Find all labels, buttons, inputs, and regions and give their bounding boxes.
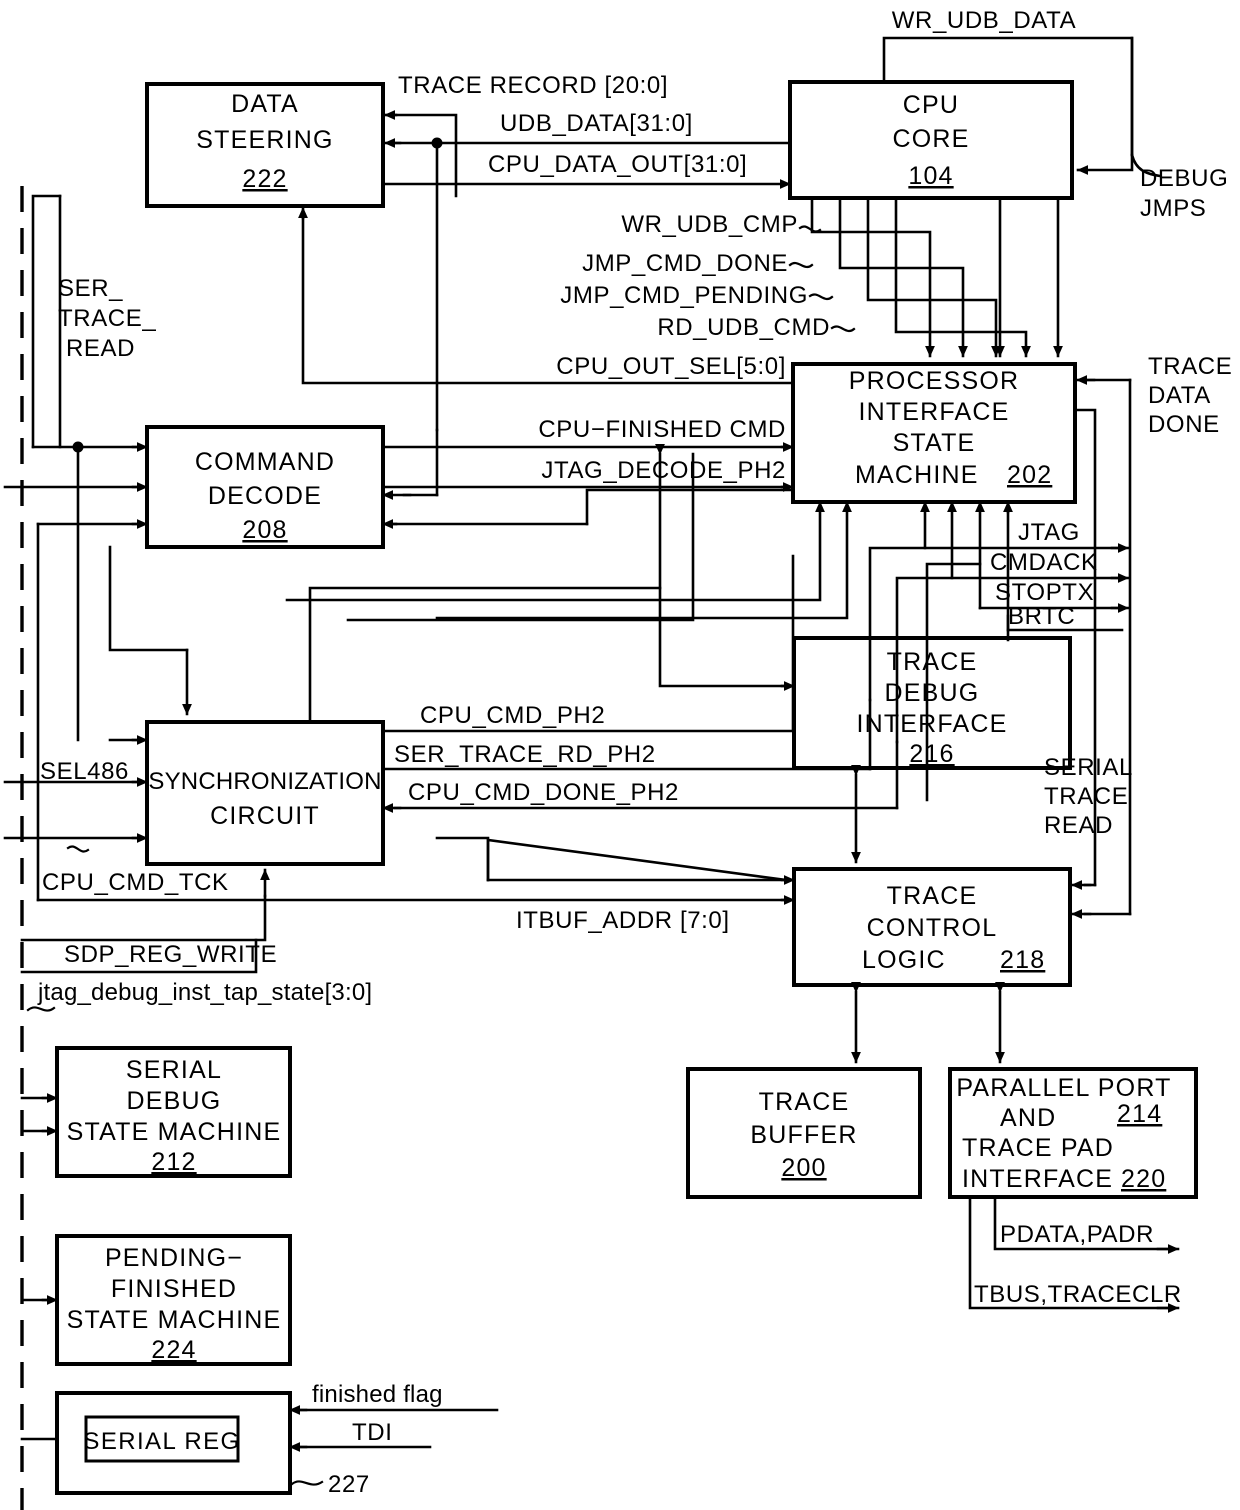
block-label-sync-l2: CIRCUIT bbox=[210, 802, 320, 830]
signal-stoptx: STOPTX bbox=[995, 579, 1094, 606]
block-number-222: 222 bbox=[242, 165, 287, 193]
block-label-sdsm-l3: STATE MACHINE bbox=[67, 1118, 282, 1146]
block-label-pism-l1: PROCESSOR bbox=[849, 367, 1020, 395]
block-label-cpu-core-l1: CPU bbox=[903, 91, 959, 119]
block-label-pp-l3: TRACE PAD bbox=[962, 1134, 1114, 1162]
signal-jmp-cmd-pending: JMP_CMD_PENDING bbox=[560, 282, 808, 309]
block-number-224: 224 bbox=[151, 1336, 196, 1364]
signal-debug-jmps-2: JMPS bbox=[1140, 195, 1206, 222]
block-label-serial-reg: SERIAL REG bbox=[83, 1428, 240, 1455]
block-label-tb-l1: TRACE bbox=[759, 1088, 850, 1116]
patent-figure-diagram: DATA STEERING 222 CPU CORE 104 COMMAND D… bbox=[0, 0, 1240, 1510]
signal-ser-trace-read-1: SER_ bbox=[58, 275, 123, 302]
block-number-104: 104 bbox=[908, 162, 953, 190]
signal-ser-trace-read-3: READ bbox=[66, 335, 135, 362]
signal-finished-flag: finished flag bbox=[312, 1381, 443, 1408]
signal-cpu-data-out: CPU_DATA_OUT[31:0] bbox=[488, 151, 747, 178]
block-label-pfsm-l1: PENDING− bbox=[105, 1244, 243, 1272]
block-label-tdi-l2: DEBUG bbox=[885, 679, 980, 707]
block-label-tcl-l3: LOGIC bbox=[862, 946, 946, 974]
label-cpu-core: CPU CORE 104 bbox=[892, 91, 969, 190]
signal-serial-trace-read-1: SERIAL bbox=[1044, 754, 1133, 781]
signal-sdp-reg-write: SDP_REG_WRITE bbox=[64, 941, 277, 968]
ref-number-227: 227 bbox=[328, 1471, 370, 1498]
block-label-pp-l4: INTERFACE bbox=[962, 1165, 1113, 1193]
block-label-command-decode-l1: COMMAND bbox=[195, 448, 335, 476]
block-label-sync-l1: SYNCHRONIZATION bbox=[148, 768, 381, 795]
signal-itbuf-addr: ITBUF_ADDR [7:0] bbox=[516, 907, 730, 934]
signal-pdata-padr: PDATA,PADR bbox=[1000, 1221, 1154, 1248]
label-trace-buffer: TRACE BUFFER 200 bbox=[750, 1088, 857, 1182]
block-number-220: 220 bbox=[1121, 1165, 1166, 1193]
signal-wr-udb-data: WR_UDB_DATA bbox=[892, 7, 1076, 34]
signal-trace-data-done-1: TRACE bbox=[1148, 353, 1232, 380]
label-serial-debug-sm: SERIAL DEBUG STATE MACHINE 212 bbox=[67, 1056, 282, 1176]
block-label-tcl-l2: CONTROL bbox=[867, 914, 998, 942]
signal-udb-data: UDB_DATA[31:0] bbox=[500, 110, 693, 137]
block-label-tb-l2: BUFFER bbox=[750, 1121, 857, 1149]
signal-serial-trace-read-3: READ bbox=[1044, 812, 1113, 839]
block-label-data-steering-l2: STEERING bbox=[196, 126, 333, 154]
signal-wr-udb-cmp: WR_UDB_CMP bbox=[621, 211, 798, 238]
signal-sel486: SEL486 bbox=[40, 758, 129, 785]
block-label-pism-l3: STATE bbox=[893, 429, 976, 457]
block-label-tcl-l1: TRACE bbox=[887, 882, 978, 910]
block-label-tdi-l3: INTERFACE bbox=[856, 710, 1007, 738]
signal-cmdack: CMDACK bbox=[990, 549, 1098, 576]
block-number-212: 212 bbox=[151, 1148, 196, 1176]
signal-serial-trace-read-2: TRACE bbox=[1044, 783, 1128, 810]
block-label-data-steering-l1: DATA bbox=[231, 90, 299, 118]
block-label-pfsm-l3: STATE MACHINE bbox=[67, 1306, 282, 1334]
signal-trace-data-done-3: DONE bbox=[1148, 411, 1220, 438]
block-label-sdsm-l2: DEBUG bbox=[127, 1087, 222, 1115]
label-command-decode: COMMAND DECODE 208 bbox=[195, 448, 335, 544]
label-trace-ctrl-logic: TRACE CONTROL LOGIC 218 bbox=[862, 882, 1045, 974]
block-label-pism-l4: MACHINE bbox=[855, 461, 979, 489]
block-label-pp-l2: AND bbox=[1000, 1104, 1056, 1132]
block-number-214: 214 bbox=[1117, 1100, 1162, 1128]
signal-jtag-tap-state: jtag_debug_inst_tap_state[3:0] bbox=[37, 979, 372, 1006]
signal-ser-trace-read-2: TRACE_ bbox=[58, 305, 156, 332]
signal-trace-record: TRACE RECORD [20:0] bbox=[398, 72, 668, 99]
signal-cpu-finished-cmd: CPU−FINISHED CMD bbox=[538, 416, 786, 443]
signal-tbus-traceclr: TBUS,TRACECLR bbox=[974, 1281, 1182, 1308]
block-label-command-decode-l2: DECODE bbox=[208, 482, 322, 510]
label-serial-reg: SERIAL REG 227 bbox=[83, 1428, 369, 1498]
signal-ser-trace-rd-ph2: SER_TRACE_RD_PH2 bbox=[394, 741, 656, 768]
signal-cpu-out-sel: CPU_OUT_SEL[5:0] bbox=[556, 353, 786, 380]
signal-jtag: JTAG bbox=[1018, 519, 1080, 546]
block-label-tdi-l1: TRACE bbox=[887, 648, 978, 676]
signal-cpu-cmd-ph2: CPU_CMD_PH2 bbox=[420, 702, 605, 729]
block-number-208: 208 bbox=[242, 516, 287, 544]
label-pending-sm: PENDING− FINISHED STATE MACHINE 224 bbox=[67, 1244, 282, 1364]
block-number-218: 218 bbox=[1000, 946, 1045, 974]
block-number-216: 216 bbox=[909, 740, 954, 768]
signal-tdi: TDI bbox=[352, 1419, 392, 1446]
signal-trace-data-done-2: DATA bbox=[1148, 382, 1211, 409]
block-label-pfsm-l2: FINISHED bbox=[111, 1275, 237, 1303]
block-label-pism-l2: INTERFACE bbox=[858, 398, 1009, 426]
label-parallel-port: PARALLEL PORT AND 214 TRACE PAD INTERFAC… bbox=[956, 1074, 1171, 1193]
block-number-200: 200 bbox=[781, 1154, 826, 1182]
signal-jtag-decode-ph2: JTAG_DECODE_PH2 bbox=[541, 457, 786, 484]
signal-brtc: BRTC bbox=[1008, 603, 1075, 630]
signal-rd-udb-cmd: RD_UDB_CMD bbox=[657, 314, 830, 341]
block-label-pp-l1: PARALLEL PORT bbox=[956, 1074, 1171, 1102]
label-trace-debug-if: TRACE DEBUG INTERFACE 216 bbox=[856, 648, 1007, 768]
block-label-sdsm-l1: SERIAL bbox=[126, 1056, 222, 1084]
label-pism: PROCESSOR INTERFACE STATE MACHINE 202 bbox=[849, 367, 1052, 489]
block-number-202: 202 bbox=[1007, 461, 1052, 489]
signal-debug-jmps-1: DEBUG bbox=[1140, 165, 1228, 192]
label-data-steering: DATA STEERING 222 bbox=[196, 90, 333, 193]
signal-cpu-cmd-done-ph2: CPU_CMD_DONE_PH2 bbox=[408, 779, 679, 806]
label-sync-circuit: SYNCHRONIZATION CIRCUIT bbox=[148, 768, 381, 830]
signal-jmp-cmd-done: JMP_CMD_DONE bbox=[582, 250, 788, 277]
block-label-cpu-core-l2: CORE bbox=[892, 125, 969, 153]
signal-cpu-cmd-tck: CPU_CMD_TCK bbox=[42, 869, 229, 896]
